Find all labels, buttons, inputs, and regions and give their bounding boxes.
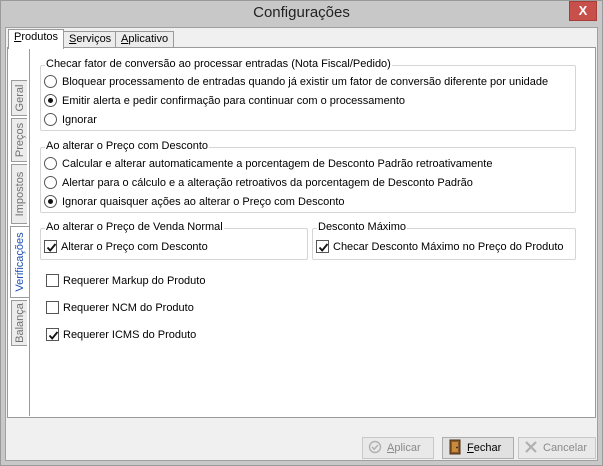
- tab-produtos[interactable]: Produtos: [8, 29, 65, 49]
- checkbox-checked[interactable]: [316, 240, 329, 253]
- discount-price-group-title: Ao alterar o Preço com Desconto: [45, 140, 210, 152]
- tab-aplicativo[interactable]: Aplicativo: [115, 31, 175, 48]
- tab-aplicativo-label: plicativo: [128, 33, 169, 45]
- side-tab-geral[interactable]: Geral: [11, 80, 27, 116]
- cancel-icon: [523, 439, 539, 455]
- apply-label: plicar: [394, 442, 421, 454]
- side-tab-geral-label: Geral: [13, 84, 26, 112]
- require-icms-checkbox[interactable]: Requerer ICMS do Produto: [46, 328, 196, 344]
- discount-option-alert-label: Alertar para o cálculo e a alteração ret…: [62, 177, 473, 189]
- conversion-option-alert[interactable]: Emitir alerta e pedir confirmação para c…: [44, 94, 405, 110]
- check-max-discount-checkbox[interactable]: Checar Desconto Máximo no Preço do Produ…: [316, 240, 564, 256]
- apply-button[interactable]: Aplicar: [362, 437, 434, 459]
- max-discount-group: Desconto Máximo Checar Desconto Máximo n…: [312, 221, 576, 260]
- discount-option-auto[interactable]: Calcular e alterar automaticamente a por…: [44, 157, 492, 173]
- discount-price-group: Ao alterar o Preço com Desconto Calcular…: [40, 140, 576, 213]
- side-tab-verificacoes[interactable]: Verificações: [10, 226, 29, 298]
- check-max-discount-label: Checar Desconto Máximo no Preço do Produ…: [333, 241, 564, 253]
- tab-produtos-label: rodutos: [21, 31, 59, 43]
- dialog-client-area: Produtos Serviços Aplicativo Geral Preço…: [5, 27, 598, 461]
- title-bar[interactable]: Configurações X: [1, 1, 602, 27]
- side-tab-impostos-label: Impostos: [13, 171, 26, 217]
- discount-option-alert[interactable]: Alertar para o cálculo e a alteração ret…: [44, 176, 473, 192]
- require-markup-checkbox[interactable]: Requerer Markup do Produto: [46, 274, 205, 290]
- radio-button-selected[interactable]: [44, 94, 57, 107]
- door-icon: [447, 439, 463, 455]
- configuracoes-window: Configurações X Produtos Serviços Aplica…: [0, 0, 603, 466]
- require-ncm-checkbox[interactable]: Requerer NCM do Produto: [46, 301, 194, 317]
- close-label: echar: [473, 442, 502, 454]
- conversion-option-ignore-label: Ignorar: [62, 114, 97, 126]
- normal-price-group: Ao alterar o Preço de Venda Normal Alter…: [40, 221, 308, 260]
- checkbox-checked[interactable]: [46, 328, 59, 341]
- checkbox-checked[interactable]: [44, 240, 57, 253]
- side-tab-impostos[interactable]: Impostos: [11, 164, 27, 224]
- normal-price-group-title: Ao alterar o Preço de Venda Normal: [45, 221, 224, 233]
- cancel-button[interactable]: Cancelar: [518, 437, 596, 459]
- conversion-option-block[interactable]: Bloquear processamento de entradas quand…: [44, 75, 548, 91]
- conversion-factor-group: Checar fator de conversão ao processar e…: [40, 58, 576, 131]
- alter-discount-price-checkbox[interactable]: Alterar o Preço com Desconto: [44, 240, 208, 256]
- window-title: Configurações: [253, 4, 350, 21]
- max-discount-group-title: Desconto Máximo: [317, 221, 408, 233]
- radio-button-selected[interactable]: [44, 195, 57, 208]
- radio-button[interactable]: [44, 113, 57, 126]
- side-tab-balanca[interactable]: Balança: [11, 300, 27, 346]
- radio-button[interactable]: [44, 176, 57, 189]
- close-window-button[interactable]: X: [569, 1, 597, 21]
- cancel-label: Cancelar: [543, 442, 588, 454]
- side-tab-precos[interactable]: Preços: [11, 118, 27, 162]
- close-button[interactable]: Fechar: [442, 437, 514, 459]
- radio-button[interactable]: [44, 75, 57, 88]
- conversion-option-alert-label: Emitir alerta e pedir confirmação para c…: [62, 95, 405, 107]
- require-ncm-label: Requerer NCM do Produto: [63, 302, 194, 314]
- tab-servicos[interactable]: Serviços: [63, 31, 118, 48]
- conversion-option-block-label: Bloquear processamento de entradas quand…: [62, 76, 549, 88]
- discount-option-ignore[interactable]: Ignorar quaisquer ações ao alterar o Pre…: [44, 195, 345, 211]
- require-icms-label: Requerer ICMS do Produto: [63, 329, 197, 341]
- produtos-tab-panel: Geral Preços Impostos Verificações Balan…: [7, 47, 596, 418]
- side-tab-precos-label: Preços: [13, 122, 26, 158]
- discount-option-ignore-label: Ignorar quaisquer ações ao alterar o Pre…: [62, 196, 345, 208]
- discount-option-auto-label: Calcular e alterar automaticamente a por…: [62, 158, 493, 170]
- side-tab-balanca-label: Balança: [13, 303, 26, 343]
- alter-discount-price-label: Alterar o Preço com Desconto: [61, 241, 208, 253]
- checkbox-unchecked[interactable]: [46, 301, 59, 314]
- verificacoes-content: Checar fator de conversão ao processar e…: [29, 49, 594, 416]
- apply-icon: [367, 439, 383, 455]
- checkbox-unchecked[interactable]: [46, 274, 59, 287]
- conversion-option-ignore[interactable]: Ignorar: [44, 113, 97, 129]
- close-mnemonic: F: [467, 442, 474, 454]
- require-markup-label: Requerer Markup do Produto: [63, 275, 206, 287]
- radio-button[interactable]: [44, 157, 57, 170]
- conversion-factor-group-title: Checar fator de conversão ao processar e…: [45, 58, 392, 70]
- side-tab-verificacoes-label: Verificações: [14, 232, 26, 292]
- tab-servicos-label: erviços: [76, 33, 112, 45]
